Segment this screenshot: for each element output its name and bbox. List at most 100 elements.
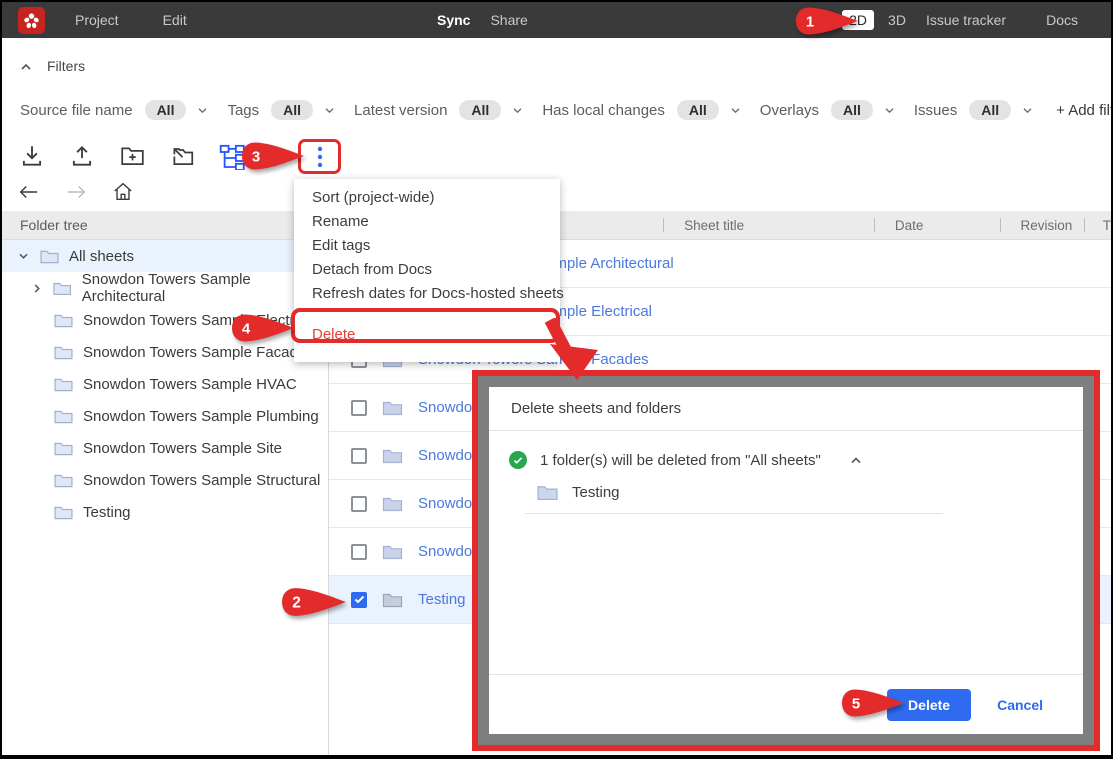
new-folder-icon[interactable] bbox=[118, 142, 146, 170]
top-bar: Project Edit Sync Share 2D 3D Issue trac… bbox=[2, 2, 1111, 38]
chevron-down-icon[interactable] bbox=[1022, 107, 1033, 114]
share-button[interactable]: Share bbox=[490, 12, 527, 28]
menu-item-sort[interactable]: Sort (project-wide) bbox=[294, 186, 560, 210]
back-icon[interactable] bbox=[18, 184, 40, 205]
chevron-up-icon[interactable] bbox=[850, 456, 862, 464]
tree-item[interactable]: Snowdon Towers Sample Plumbing bbox=[2, 400, 328, 432]
callout-1: 1 bbox=[794, 6, 860, 41]
row-checkbox-checked[interactable] bbox=[351, 592, 367, 608]
tree-item-all-sheets[interactable]: All sheets bbox=[2, 240, 328, 272]
callout-number: 5 bbox=[852, 696, 860, 713]
folder-tree-title: Folder tree bbox=[20, 217, 88, 233]
upload-icon[interactable] bbox=[68, 142, 96, 170]
add-filter-button[interactable]: + Add filter bbox=[1056, 102, 1113, 119]
shortcut-folder-icon[interactable] bbox=[168, 142, 196, 170]
callout-number: 3 bbox=[252, 149, 260, 166]
filter-source-file-name: Source file name All bbox=[20, 100, 208, 120]
filters-collapse[interactable]: Filters bbox=[20, 58, 85, 74]
view-3d-toggle[interactable]: 3D bbox=[888, 12, 906, 28]
issue-tracker-button[interactable]: Issue tracker bbox=[926, 12, 1006, 28]
folder-icon bbox=[54, 377, 73, 392]
tree-item-label: Snowdon Towers Sample Architectural bbox=[82, 271, 328, 305]
folder-tree: All sheets Snowdon Towers Sample Archite… bbox=[2, 240, 328, 528]
filter-tags: Tags All bbox=[227, 100, 335, 120]
filter-has-local-changes: Has local changes All bbox=[542, 100, 740, 120]
dialog-folder-name: Testing bbox=[572, 484, 620, 501]
chevron-up-icon bbox=[20, 58, 32, 74]
sync-button[interactable]: Sync bbox=[437, 12, 470, 28]
column-tags-partial[interactable]: T bbox=[1085, 211, 1111, 239]
callout-2: 2 bbox=[280, 586, 348, 623]
menu-edit[interactable]: Edit bbox=[163, 12, 187, 28]
folder-icon bbox=[53, 281, 71, 296]
row-folder-link[interactable]: Testing bbox=[418, 591, 466, 608]
chevron-down-icon[interactable] bbox=[324, 107, 335, 114]
tree-item-label: Snowdon Towers Sample HVAC bbox=[83, 376, 297, 393]
chevron-down-icon[interactable] bbox=[197, 107, 208, 114]
forward-icon[interactable] bbox=[65, 184, 87, 205]
dialog-message: 1 folder(s) will be deleted from "All sh… bbox=[540, 452, 821, 469]
chevron-down-icon[interactable] bbox=[16, 252, 30, 260]
chevron-down-icon[interactable] bbox=[512, 107, 523, 114]
dialog-cancel-button[interactable]: Cancel bbox=[997, 697, 1043, 713]
row-checkbox[interactable] bbox=[351, 544, 367, 560]
topbar-right-group: 2D 3D Issue tracker Docs bbox=[842, 10, 1078, 30]
menu-item-edit-tags[interactable]: Edit tags bbox=[294, 234, 560, 258]
tree-item[interactable]: Testing bbox=[2, 496, 328, 528]
folder-tree-header: Folder tree bbox=[2, 211, 329, 240]
chevron-right-icon[interactable] bbox=[30, 283, 43, 294]
tree-item-label: Snowdon Towers Sample Plumbing bbox=[83, 408, 319, 425]
folder-icon bbox=[537, 484, 558, 501]
folder-icon bbox=[382, 592, 403, 608]
tree-item-label: Snowdon Towers Sample Structural bbox=[83, 472, 320, 489]
filter-value-pill[interactable]: All bbox=[459, 100, 501, 120]
menu-item-rename[interactable]: Rename bbox=[294, 210, 560, 234]
row-checkbox[interactable] bbox=[351, 496, 367, 512]
dialog-divider bbox=[525, 513, 943, 514]
callout-number: 2 bbox=[292, 595, 301, 612]
folder-icon bbox=[54, 345, 73, 360]
callout-3: 3 bbox=[240, 141, 306, 176]
chevron-down-icon[interactable] bbox=[730, 107, 741, 114]
filters-title: Filters bbox=[47, 58, 85, 74]
folder-icon bbox=[382, 544, 403, 560]
tree-item-label: Snowdon Towers Sample Site bbox=[83, 440, 282, 457]
home-icon[interactable] bbox=[112, 181, 134, 207]
filter-value-pill[interactable]: All bbox=[145, 100, 187, 120]
download-icon[interactable] bbox=[18, 142, 46, 170]
navigation-row bbox=[18, 182, 134, 206]
tree-item-label: All sheets bbox=[69, 248, 134, 265]
folder-icon bbox=[54, 313, 73, 328]
app-window: Project Edit Sync Share 2D 3D Issue trac… bbox=[0, 0, 1113, 759]
filter-value-pill[interactable]: All bbox=[677, 100, 719, 120]
delete-highlight-box bbox=[291, 308, 560, 343]
tree-item[interactable]: Snowdon Towers Sample Structural bbox=[2, 464, 328, 496]
folder-icon bbox=[382, 496, 403, 512]
tree-item-label: Testing bbox=[83, 504, 131, 521]
docs-button[interactable]: Docs bbox=[1046, 12, 1078, 28]
row-checkbox[interactable] bbox=[351, 400, 367, 416]
column-revision[interactable]: Revision bbox=[1001, 211, 1084, 239]
tree-item[interactable]: Snowdon Towers Sample Architectural bbox=[2, 272, 328, 304]
autodesk-logo-icon[interactable] bbox=[18, 7, 45, 34]
menu-item-detach[interactable]: Detach from Docs bbox=[294, 258, 560, 282]
filter-value-pill[interactable]: All bbox=[969, 100, 1011, 120]
menu-project[interactable]: Project bbox=[75, 12, 119, 28]
menu-item-refresh-dates[interactable]: Refresh dates for Docs-hosted sheets bbox=[294, 282, 560, 306]
tree-item[interactable]: Snowdon Towers Sample Site bbox=[2, 432, 328, 464]
filter-row: Source file name All Tags All Latest ver… bbox=[20, 98, 1113, 122]
dialog-body: 1 folder(s) will be deleted from "All sh… bbox=[489, 431, 1083, 674]
filter-value-pill[interactable]: All bbox=[831, 100, 873, 120]
filter-overlays: Overlays All bbox=[760, 100, 895, 120]
callout-4: 4 bbox=[230, 313, 296, 348]
row-checkbox[interactable] bbox=[351, 448, 367, 464]
tree-item[interactable]: Snowdon Towers Sample HVAC bbox=[2, 368, 328, 400]
chevron-down-icon[interactable] bbox=[884, 107, 895, 114]
column-date[interactable]: Date bbox=[875, 211, 1000, 239]
filter-value-pill[interactable]: All bbox=[271, 100, 313, 120]
delete-dialog-highlight: Delete sheets and folders 1 folder(s) wi… bbox=[472, 370, 1100, 751]
callout-number: 4 bbox=[242, 321, 251, 338]
column-sheet-title[interactable]: Sheet title bbox=[664, 211, 874, 239]
callout-5: 5 bbox=[840, 688, 906, 723]
folder-icon bbox=[382, 400, 403, 416]
